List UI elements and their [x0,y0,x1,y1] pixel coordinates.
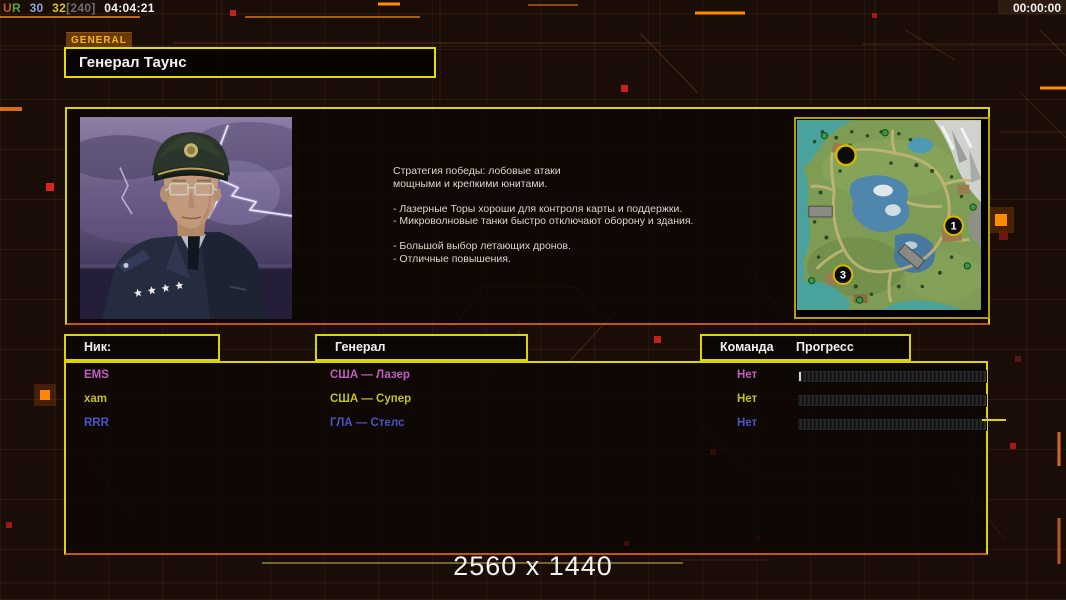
column-header-general: Генерал [315,334,528,361]
debug-stats: UR 30 32[240] 04:04:21 [3,1,155,15]
player-general: США — Лазер [330,369,410,381]
player-team: Нет [737,417,758,429]
debug-fps: 30 [29,1,44,15]
player-team: Нет [737,369,758,381]
general-name: Генерал Таунс [79,54,187,71]
column-header-nick: Ник: [64,334,220,361]
player-progress-bar [797,370,987,383]
svg-text:3: 3 [840,270,846,282]
map-preview-image: 1 3 [797,120,983,310]
column-header-team-progress: Команда Прогресс [700,334,911,361]
debug-cap: [240] [66,1,96,15]
tab-general[interactable]: GENERAL [66,32,132,48]
map-preview: 1 3 [794,117,990,319]
player-progress-bar [797,394,987,407]
debug-ur-r: R [11,1,21,15]
player-list-panel: EMS США — Лазер Нет xam США — Супер Нет … [64,361,988,555]
general-info-panel: Стратегия победы: лобовые атаки мощными … [65,107,990,325]
debug-ur-u: U [3,1,12,15]
team-header-label: Команда [720,340,774,354]
map-start-marker-black [834,144,857,167]
player-general: ГЛА — Стелс [330,417,405,429]
nick-header-label: Ник: [84,340,112,354]
progress-header-label: Прогресс [796,340,854,354]
player-row-2[interactable]: xam США — Супер Нет [66,393,987,417]
debug-frame: 32 [52,1,67,15]
player-team: Нет [737,393,758,405]
general-name-box: Генерал Таунс [64,47,436,78]
player-nick: RRR [84,417,109,429]
player-nick: xam [84,393,108,405]
player-progress-bar [797,418,987,431]
player-row-1[interactable]: EMS США — Лазер Нет [66,369,987,393]
player-general: США — Супер [330,393,412,405]
general-header-label: Генерал [335,340,386,354]
debug-time: 04:04:21 [104,1,155,15]
map-start-marker-1: 1 [943,215,964,237]
svg-text:1: 1 [951,221,957,233]
map-start-marker-3: 3 [832,264,854,285]
player-row-3[interactable]: RRR ГЛА — Стелс Нет [66,417,987,441]
resolution-watermark: 2560 x 1440 [453,551,613,581]
progress-cursor [799,372,801,381]
general-portrait [65,117,310,319]
strategy-description: Стратегия победы: лобовые атаки мощными … [393,165,694,265]
game-screen: UR 30 32[240] 04:04:21 00:00:00 GENERAL … [0,0,1066,600]
general-portrait-image [65,117,310,319]
match-timer: 00:00:00 [1012,1,1061,15]
player-nick: EMS [84,369,109,381]
